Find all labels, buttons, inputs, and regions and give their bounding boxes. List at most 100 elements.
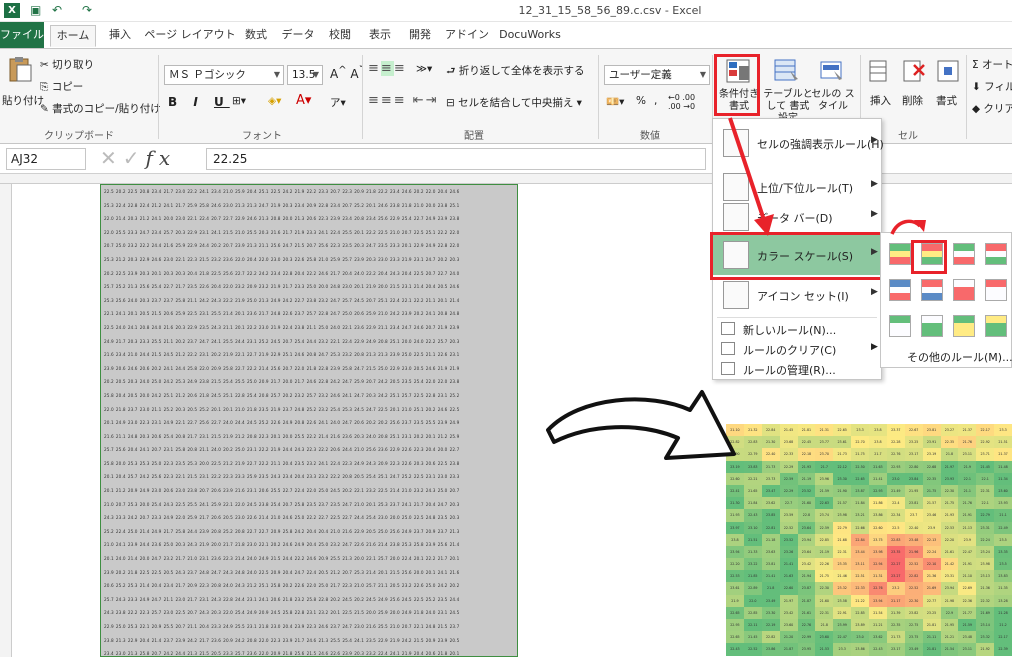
number-format-select[interactable]: ユーザー定義 ▼ (604, 65, 710, 85)
tab-addins[interactable]: アドイン (444, 25, 490, 47)
font-style-buttons[interactable]: B I U (168, 95, 230, 109)
border-icon[interactable]: ⊞▾ (232, 95, 246, 107)
color-scale-swatch[interactable] (953, 315, 975, 337)
percent-button[interactable]: % (636, 95, 646, 107)
heatmap-cell: 21.57 (922, 497, 941, 510)
heatmap-cell: 23.3 (833, 643, 852, 656)
heatmap-cell: 23.99 (833, 619, 852, 632)
menu-item-manage-rules[interactable]: ルールの管理(R)... (713, 359, 881, 379)
cut-button[interactable]: ✂ 切り取り (40, 57, 94, 72)
heatmap-cell: 23.94 (869, 594, 887, 607)
cancel-icon[interactable]: ✕ (100, 146, 123, 170)
heatmap-cell: 23.70 (815, 448, 834, 461)
confirm-icon[interactable]: ✓ (123, 146, 146, 170)
merge-center-button[interactable]: ⊟ セルを結合して中央揃え ▾ (446, 95, 582, 110)
heatmap-cell: 23.86 (851, 643, 869, 656)
fill-button[interactable]: ⬇ フィル (972, 79, 1012, 94)
horizontal-align-icons[interactable]: ≡≡≡ ⇤⇥ (368, 93, 439, 108)
table-format-icon[interactable] (772, 57, 800, 85)
heatmap-cell: 21.54 (940, 643, 959, 656)
clear-button[interactable]: ◆ クリア (972, 101, 1012, 116)
grow-font-button[interactable]: A^ Aˇ (330, 65, 364, 81)
group-separator (362, 55, 363, 139)
format-button[interactable]: 書式 (936, 93, 957, 108)
font-size-select[interactable]: 13.5 ▼ (287, 65, 323, 85)
save-icon[interactable]: ▣ (30, 3, 41, 18)
color-scale-swatch[interactable] (985, 279, 1007, 301)
format-painter-button[interactable]: ✎ 書式のコピー/貼り付け (40, 101, 161, 116)
heatmap-cell: 22.52 (904, 582, 923, 595)
heatmap-cell: 23.60 (994, 484, 1012, 498)
cell-styles-button[interactable]: セルの スタイル (810, 89, 856, 113)
heatmap-cell: 21.39 (886, 606, 905, 619)
heatmap-cell: 23.42 (797, 558, 816, 571)
swatch-band (890, 286, 910, 294)
tab-developer[interactable]: 開発 (402, 25, 438, 47)
color-scale-swatch[interactable] (889, 279, 911, 301)
fx-icon[interactable]: fx (146, 146, 177, 170)
tab-data[interactable]: データ (278, 25, 318, 47)
paste-button[interactable]: 貼り付け (2, 93, 44, 108)
tab-page-layout[interactable]: ページ レイアウト (144, 25, 236, 47)
wrap-text-button[interactable]: ⮐ 折り返して全体を表示する (446, 63, 584, 81)
redo-icon[interactable]: ↷ (82, 3, 92, 18)
name-box[interactable]: AJ32 (6, 148, 86, 170)
tab-formulas[interactable]: 数式 (238, 25, 274, 47)
heatmap-cell: 22.77 (922, 594, 941, 607)
heatmap-row: 21.30 21.84 23.62 22.7 21.60 22.63 21.57 21.84 2… (726, 497, 1012, 510)
cell-styles-icon[interactable] (818, 57, 846, 85)
selected-data-range[interactable]: 22.5 20.2 22.5 20.8 23.4 21.7 23.0 22.2 … (100, 184, 518, 657)
insert-cells-icon[interactable] (866, 57, 894, 85)
insert-button[interactable]: 挿入 (870, 93, 891, 108)
tab-view[interactable]: 表示 (362, 25, 398, 47)
table-row: 24.3 23.8 22.2 22.3 25.7 23.0 22.5 20.7 … (104, 610, 462, 616)
heatmap-cell: 23.17 (886, 643, 905, 656)
tab-review[interactable]: 校閲 (322, 25, 358, 47)
color-scale-swatch[interactable] (953, 243, 975, 265)
copy-button[interactable]: ⎘ コピー (40, 79, 83, 94)
menu-item-icon-sets[interactable]: アイコン セット(I) ▶ (713, 275, 881, 315)
heatmap-cell: 21.11 (922, 631, 941, 644)
more-rules-link[interactable]: その他のルール(M)... (907, 349, 1012, 365)
decimal-icons[interactable]: ←0 .00.00 →0 (668, 93, 695, 111)
menu-item-new-rule[interactable]: 新しいルール(N)... (713, 319, 881, 339)
undo-icon[interactable]: ↶ (52, 3, 62, 18)
formula-input[interactable]: 22.25 (206, 148, 706, 170)
fill-color-icon[interactable]: ◈▾ (268, 95, 281, 107)
autosum-button[interactable]: Σ オート (972, 57, 1012, 72)
tab-file[interactable]: ファイル (0, 22, 44, 48)
color-scale-swatch[interactable] (921, 315, 943, 337)
color-scale-swatch[interactable] (985, 243, 1007, 265)
color-scale-swatch[interactable] (953, 279, 975, 301)
color-scale-swatch[interactable] (889, 243, 911, 265)
orientation-icon[interactable]: ≫▾ (416, 63, 432, 75)
heatmap-cell: 21.81 (797, 424, 816, 437)
font-name-select[interactable]: ＭＳ Ｐゴシック ▼ (164, 65, 284, 85)
heatmap-cell: 22.76 (869, 582, 887, 595)
phonetic-icon[interactable]: ア▾ (330, 95, 346, 110)
heatmap-cell: 21.95 (904, 484, 923, 498)
paste-icon[interactable] (6, 55, 34, 83)
vertical-align-icons[interactable]: ≡≡≡ (368, 61, 407, 76)
color-scale-swatch[interactable] (921, 279, 943, 301)
delete-button[interactable]: 削除 (902, 93, 923, 108)
swatch-band (890, 316, 910, 323)
chevron-right-icon: ▶ (871, 287, 878, 297)
heatmap-cell: 22.93 (869, 484, 887, 498)
result-arrow-icon (546, 390, 736, 460)
color-scale-swatch[interactable] (985, 315, 1007, 337)
swatch-band (890, 322, 910, 330)
tab-insert[interactable]: 挿入 (100, 25, 140, 47)
heatmap-cell: 21.93 (797, 460, 816, 473)
heatmap-cell: 22.9 (940, 606, 959, 619)
currency-icon[interactable]: 💴▾ (606, 95, 624, 108)
comma-icon[interactable]: , (654, 95, 657, 107)
menu-item-clear-rules[interactable]: ルールのクリア(C) ▶ (713, 339, 881, 359)
color-scale-swatch[interactable] (889, 315, 911, 337)
format-cells-icon[interactable] (934, 57, 962, 85)
font-color-icon[interactable]: A▾ (296, 93, 311, 108)
tab-home[interactable]: ホーム (50, 25, 96, 47)
heatmap-cell: 23.94 (940, 582, 959, 595)
tab-docuworks[interactable]: DocuWorks (494, 25, 566, 47)
delete-cells-icon[interactable] (900, 57, 928, 85)
